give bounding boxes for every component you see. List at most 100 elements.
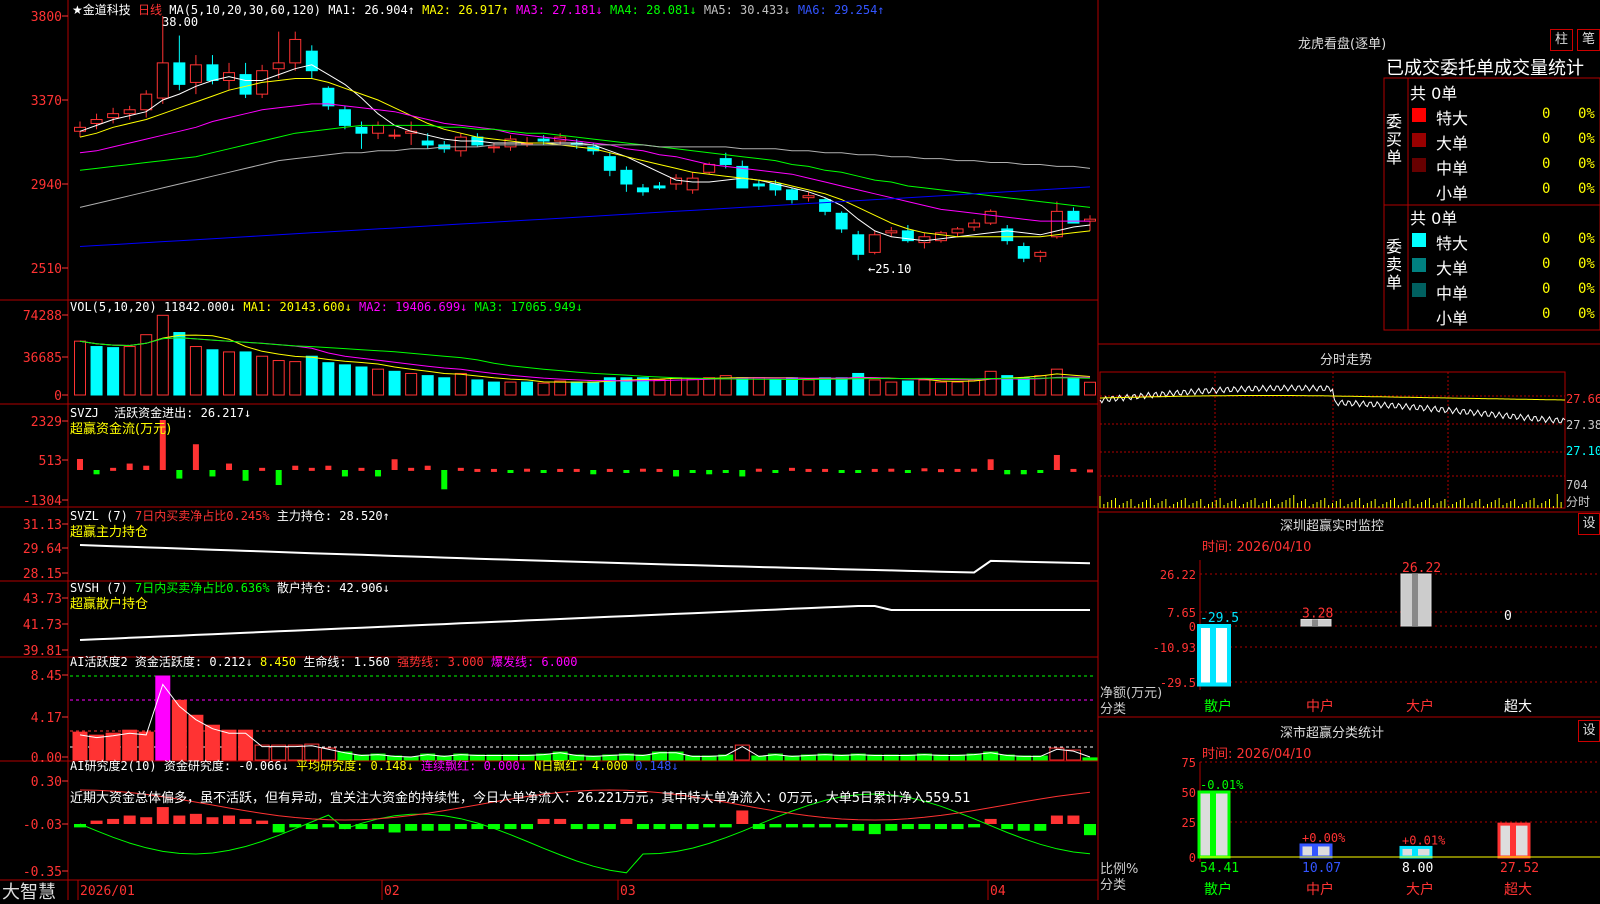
volume-bar [1067, 377, 1080, 396]
research-bar [620, 818, 633, 824]
research-bar [736, 810, 749, 824]
research-bar [785, 824, 798, 828]
money-flow-bar [358, 467, 365, 471]
candle [372, 124, 385, 134]
money-flow-bar [1020, 470, 1027, 475]
research-bar [206, 817, 219, 824]
volume-bar [537, 382, 550, 396]
money-flow-bar [755, 468, 762, 472]
vol-ma2: MA2: 19406.699↓ [359, 300, 468, 314]
research-bar [686, 824, 699, 830]
ai1-active: 资金活跃度: 0.212↓ [134, 655, 253, 669]
money-flow-bar [788, 467, 795, 471]
tick-mode-button[interactable]: 笔 [1577, 29, 1600, 51]
research-bar [719, 824, 732, 828]
candle [670, 177, 683, 185]
candle [74, 126, 86, 132]
vol-ma1: MA1: 20143.600↓ [243, 300, 352, 314]
research-bar [885, 824, 898, 831]
research-bar [636, 824, 649, 830]
research-bar [388, 824, 401, 833]
sz-category-label: 大户 [1406, 698, 1434, 715]
money-flow-bar [971, 468, 978, 472]
volume-bar [968, 379, 981, 396]
research-bar [934, 824, 947, 830]
candle [239, 74, 252, 95]
money-flow-bar [259, 467, 266, 471]
volume-bar [123, 346, 136, 396]
research-bar [918, 824, 931, 830]
candle [951, 228, 964, 234]
bar-mode-button[interactable]: 柱 [1550, 29, 1573, 51]
candle [173, 62, 186, 85]
volume-bar [438, 377, 451, 396]
candle [421, 140, 434, 146]
fl-bar-shade [1210, 792, 1216, 857]
sell-row-3-name: 小单 [1436, 309, 1469, 328]
candle [123, 109, 136, 115]
sz-settings-button[interactable]: 设 [1578, 513, 1600, 535]
price-y-tick: 2510 [31, 262, 62, 277]
period-label[interactable]: 日线 [138, 3, 162, 17]
ma-legend-item-1: MA1: 26.904↑ [328, 3, 415, 17]
lhb-title: 龙虎看盘(逐单) [1298, 37, 1387, 52]
research-bar [521, 824, 534, 830]
activity-bar [1082, 757, 1098, 761]
volume-bar [570, 381, 583, 396]
vol-ma3: MA3: 17065.949↓ [474, 300, 584, 314]
ma-line-1 [79, 64, 1091, 242]
volume-bar [951, 381, 964, 396]
activity-bar [171, 699, 187, 761]
money-flow-bar [805, 468, 812, 472]
sz-monitor-title: 深圳超赢实时监控 [1280, 519, 1385, 534]
sz-y-tick: 26.22 [1160, 568, 1196, 582]
research-bar [1001, 824, 1014, 830]
volume-bar [338, 364, 351, 396]
volume-bar [1084, 381, 1096, 396]
sz-x-label: 分类 [1100, 702, 1127, 717]
money-flow-bar [689, 470, 696, 473]
money-flow-bar [474, 468, 481, 472]
ai2-red: 连续飘红: 0.000↓ [421, 759, 527, 773]
intraday-tick-2: 27.38 [1566, 418, 1600, 432]
research-bar [587, 824, 600, 830]
volume-bar [802, 379, 815, 396]
activity-bar [105, 732, 121, 761]
intraday-vol-tick: 704 [1566, 478, 1588, 492]
volume-bar [206, 349, 219, 396]
money-flow-bar [822, 468, 829, 472]
order-table-header: 已成交委托单成交量统计 [1386, 58, 1584, 79]
money-flow-bar [292, 465, 299, 470]
price-y-tick: 3370 [31, 94, 62, 109]
svzl-y-tick: 29.64 [23, 542, 62, 557]
money-flow-bar [341, 470, 348, 477]
candle [1017, 246, 1030, 259]
stock-name[interactable]: ★金道科技 [72, 3, 131, 17]
ai2-y-tick: -0.03 [23, 818, 62, 833]
money-flow-bar [490, 468, 497, 472]
sell-row-0-name: 特大 [1436, 234, 1469, 253]
research-bar [901, 824, 914, 830]
research-bar [107, 818, 120, 824]
money-flow-bar [656, 468, 663, 472]
candle [355, 126, 368, 134]
activity-bar [221, 729, 237, 761]
fl-value-label: 8.00 [1402, 861, 1433, 876]
candle [968, 222, 981, 228]
research-bar [189, 813, 202, 824]
ma-line-2 [79, 78, 1091, 238]
fl-top-label: +0.01% [1402, 833, 1446, 847]
buy-row-1-pct: 0% [1578, 131, 1595, 147]
candle [156, 62, 169, 99]
fl-y-tick: 0 [1189, 851, 1196, 865]
research-bar [504, 824, 517, 830]
fl-settings-button[interactable]: 设 [1578, 720, 1600, 742]
sz-value-label: -29.5 [1200, 611, 1239, 626]
candle [653, 185, 666, 189]
research-bar [603, 824, 616, 830]
money-flow-bar [722, 470, 729, 473]
sell-row-0-pct: 0% [1578, 231, 1595, 247]
money-flow-bar [275, 470, 282, 486]
candle [289, 38, 302, 64]
research-bar [802, 824, 815, 828]
